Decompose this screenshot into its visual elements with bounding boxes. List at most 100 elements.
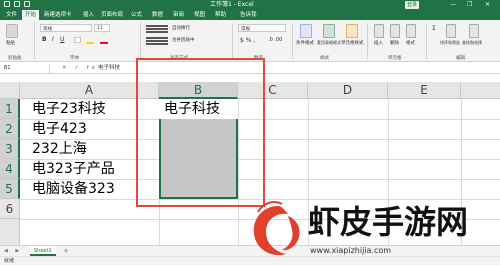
tab-review[interactable]: 审阅: [173, 10, 184, 20]
cell-style-label: 单元格样式: [341, 41, 364, 46]
watermark: 虾皮手游网 www.xiapizhijia.com: [248, 198, 500, 265]
bold-icon[interactable]: B: [42, 36, 47, 43]
group-divider: [232, 23, 233, 59]
format-cells-icon[interactable]: [406, 24, 416, 38]
currency-icon[interactable]: $ % ,: [240, 37, 255, 44]
column-header-d[interactable]: D: [308, 82, 388, 99]
column-header-b[interactable]: B: [159, 82, 238, 99]
cell-a2[interactable]: 电子423: [31, 119, 87, 139]
group-font: 字体: [70, 56, 79, 61]
column-header-c[interactable]: C: [238, 82, 308, 99]
sort-filter-label: 排序和筛选: [440, 40, 460, 45]
minimize-button[interactable]: —: [450, 0, 456, 10]
delete-cells-icon[interactable]: [390, 24, 400, 38]
merge-center-button[interactable]: 合并后居中: [172, 37, 195, 43]
undo-icon[interactable]: [14, 1, 20, 7]
column-header-e[interactable]: E: [388, 82, 461, 99]
border-icon[interactable]: [74, 37, 81, 43]
table-format-label: 套用表格格式: [317, 40, 341, 45]
group-editing: 编辑: [456, 56, 465, 61]
save-icon[interactable]: [4, 1, 10, 7]
title-bar: 工作簿1 - Excel 登录 — ❐ ✕: [0, 0, 500, 10]
format-cells-label: 格式: [406, 41, 415, 46]
group-divider: [367, 23, 368, 59]
conditional-format-icon[interactable]: [300, 24, 312, 38]
cell-a3[interactable]: 232上海: [31, 139, 87, 159]
paste-icon[interactable]: [6, 24, 18, 38]
insert-cells-icon[interactable]: [374, 24, 384, 38]
sign-in-button[interactable]: 登录: [405, 1, 420, 9]
tab-home[interactable]: 开始: [22, 10, 40, 20]
row-header-5[interactable]: 5: [0, 179, 20, 199]
group-clipboard: 剪贴板: [8, 56, 22, 61]
tab-data[interactable]: 数据: [152, 10, 163, 20]
font-color-icon[interactable]: [100, 42, 108, 44]
formula-icons[interactable]: ✕ ✓ fx: [62, 63, 98, 74]
find-select-icon[interactable]: [469, 24, 479, 38]
tab-formulas[interactable]: 公式: [131, 10, 142, 20]
group-styles: 样式: [320, 56, 329, 61]
tell-me-search[interactable]: 告诉我: [240, 10, 257, 20]
gridline: [20, 139, 500, 140]
group-divider: [292, 23, 293, 59]
row-header-2[interactable]: 2: [0, 119, 20, 139]
column-header-a[interactable]: A: [20, 82, 159, 99]
watermark-title: 虾皮手游网: [308, 203, 469, 241]
row-header-1[interactable]: 1: [0, 99, 20, 119]
formula-bar: B1 ✕ ✓ fx 电子科技: [0, 63, 500, 74]
name-box[interactable]: B1: [2, 64, 50, 73]
wrap-text-button[interactable]: 自动换行: [172, 25, 190, 31]
tab-file[interactable]: 文件: [6, 10, 17, 20]
decimal-icon[interactable]: .0 .00: [268, 37, 282, 43]
cell-a5[interactable]: 电脑设备323: [31, 179, 115, 199]
quick-access-toolbar: [4, 1, 30, 9]
underline-icon[interactable]: U: [60, 36, 64, 43]
redo-icon[interactable]: [24, 1, 30, 7]
cell-b1[interactable]: 电子科技: [163, 99, 220, 119]
shrimp-logo-icon: [253, 201, 300, 256]
cell-a1[interactable]: 电子23科技: [31, 99, 106, 119]
row-header-3[interactable]: 3: [0, 139, 20, 159]
align-top-icon[interactable]: [146, 25, 168, 27]
font-name-select[interactable]: 等线: [40, 24, 92, 32]
find-select-label: 查找和选择: [462, 40, 482, 45]
sort-filter-icon[interactable]: [446, 24, 456, 38]
gridline: [238, 99, 239, 245]
group-number: 数字: [254, 56, 263, 61]
row-header-6[interactable]: 6: [0, 199, 20, 219]
ribbon: 粘贴 剪贴板 等线 11 B I U 字体 自动换行 合并后居中 对齐方式 常规…: [0, 20, 500, 62]
formula-input[interactable]: 电子科技: [98, 63, 120, 74]
watermark-url: www.xiapizhijia.com: [310, 246, 392, 255]
tab-insert[interactable]: 插入: [83, 10, 94, 20]
tab-page-layout[interactable]: 页面布局: [101, 10, 123, 20]
font-size-value: 11: [97, 26, 103, 31]
fill-color-icon[interactable]: [86, 42, 94, 44]
autosum-icon[interactable]: Σ: [432, 25, 436, 32]
table-format-icon[interactable]: [323, 24, 335, 38]
tab-help[interactable]: 帮助: [215, 10, 226, 20]
group-divider: [34, 23, 35, 59]
column-header-f[interactable]: [461, 82, 500, 99]
row-header-7[interactable]: [0, 219, 20, 245]
font-size-select[interactable]: 11: [94, 24, 110, 32]
ribbon-tabs: 文件 开始 新建选项卡 插入 页面布局 公式 数据 审阅 视图 帮助 告诉我: [0, 10, 500, 20]
group-divider: [140, 23, 141, 59]
sheet-tab-sheet1[interactable]: Sheet1: [30, 246, 56, 256]
italic-icon[interactable]: I: [52, 36, 54, 43]
cell-style-icon[interactable]: [346, 24, 358, 38]
paste-label: 粘贴: [6, 41, 15, 46]
restore-button[interactable]: ❐: [467, 0, 472, 10]
number-format-select[interactable]: 常规: [238, 24, 286, 32]
group-cells: 单元格: [388, 56, 402, 61]
tab-new[interactable]: 新建选项卡: [44, 10, 72, 20]
tab-view[interactable]: 视图: [194, 10, 205, 20]
cell-a4[interactable]: 电323子产品: [31, 159, 115, 179]
close-button[interactable]: ✕: [485, 0, 490, 10]
select-all-corner[interactable]: [0, 82, 20, 99]
group-alignment: 对齐方式: [170, 56, 188, 61]
window-title: 工作簿1 - Excel: [210, 1, 254, 8]
row-header-4[interactable]: 4: [0, 159, 20, 179]
conditional-format-label: 条件格式: [296, 41, 314, 46]
group-divider: [426, 23, 427, 59]
align-left-icon[interactable]: [146, 37, 168, 39]
